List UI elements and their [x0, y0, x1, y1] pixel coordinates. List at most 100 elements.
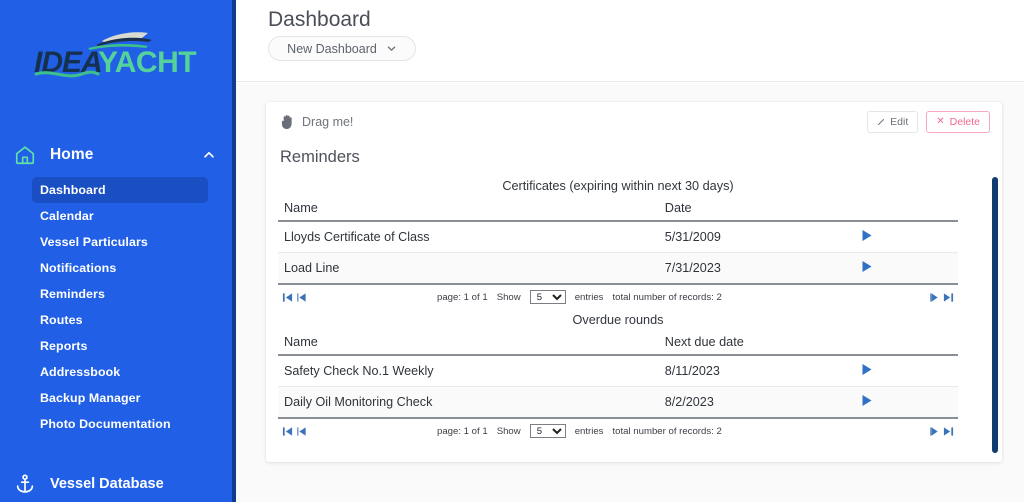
cell-name: Daily Oil Monitoring Check	[278, 386, 659, 419]
widget-drag-label: Drag me!	[302, 115, 354, 129]
chevron-up-icon[interactable]	[202, 148, 216, 162]
table-row[interactable]: Lloyds Certificate of Class 5/31/2009	[278, 221, 958, 253]
sidebar-item-home-label: Home	[50, 146, 94, 163]
page-size-select[interactable]: 510 2550	[529, 290, 566, 304]
last-page-icon[interactable]	[943, 292, 954, 303]
cell-name: Load Line	[278, 252, 659, 285]
page-header: Dashboard New Dashboard	[236, 0, 1024, 82]
widget-actions: Edit ✕ Delete	[867, 111, 990, 133]
sidebar-item-backup-manager[interactable]: Backup Manager	[32, 385, 208, 411]
app-root: IDEA YACHT Home Dashboard Calendar Vesse…	[0, 0, 1024, 502]
sidebar-item-vessel-database-label: Vessel Database	[50, 476, 164, 492]
play-icon[interactable]	[861, 260, 873, 273]
last-page-icon[interactable]	[943, 426, 954, 437]
overdue-rounds-table: Name Next due date Safety Check No.1 Wee…	[278, 333, 958, 419]
sidebar-item-reminders[interactable]: Reminders	[32, 281, 208, 307]
play-icon[interactable]	[861, 363, 873, 376]
widget-title: Reminders	[280, 148, 360, 166]
cell-name: Safety Check No.1 Weekly	[278, 355, 659, 387]
widget-scrollbar-thumb[interactable]	[992, 177, 998, 453]
main-content: Dashboard New Dashboard Drag me! Edit ✕ …	[236, 0, 1024, 502]
column-header-next-due-date[interactable]: Next due date	[658, 333, 850, 356]
sidebar-item-routes[interactable]: Routes	[32, 307, 208, 333]
pager-records-text: total number of records: 2	[612, 425, 722, 437]
sidebar-item-reports[interactable]: Reports	[32, 333, 208, 359]
page-title: Dashboard	[268, 8, 371, 31]
pager-page-text: page: 1 of 1	[437, 425, 488, 437]
next-page-icon[interactable]	[929, 292, 940, 303]
edit-button[interactable]: Edit	[867, 111, 919, 133]
delete-button-label: Delete	[949, 116, 980, 128]
sidebar-item-notifications[interactable]: Notifications	[32, 255, 208, 281]
table-row[interactable]: Safety Check No.1 Weekly 8/11/2023	[278, 355, 958, 387]
pager-entries-label: entries	[574, 425, 604, 437]
dashboard-selector[interactable]: New Dashboard	[268, 36, 416, 61]
table-row[interactable]: Load Line 7/31/2023	[278, 252, 958, 285]
pager-show-label: Show	[496, 291, 521, 303]
sidebar-submenu: Dashboard Calendar Vessel Particulars No…	[0, 177, 232, 437]
pager-show-label: Show	[496, 425, 521, 437]
pager-left-nav	[282, 426, 307, 437]
column-header-actions	[849, 199, 958, 222]
cell-name: Lloyds Certificate of Class	[278, 221, 659, 253]
delete-button[interactable]: ✕ Delete	[926, 111, 990, 133]
cell-action	[849, 355, 958, 387]
reminders-widget: Drag me! Edit ✕ Delete Reminders Certifi…	[266, 102, 1002, 462]
first-page-icon[interactable]	[282, 426, 293, 437]
chevron-down-icon	[387, 46, 396, 51]
pager-entries-label: entries	[574, 291, 604, 303]
pager-left-nav	[282, 292, 307, 303]
sidebar: IDEA YACHT Home Dashboard Calendar Vesse…	[0, 0, 236, 502]
cell-date: 7/31/2023	[658, 252, 850, 285]
pager-page-text: page: 1 of 1	[437, 291, 488, 303]
page-size-select[interactable]: 510 2550	[529, 424, 566, 438]
certificates-section-title: Certificates (expiring within next 30 da…	[502, 179, 734, 193]
pencil-icon	[878, 119, 885, 125]
column-header-name[interactable]: Name	[278, 333, 659, 356]
cell-date: 5/31/2009	[658, 221, 850, 253]
widget-drag-handle[interactable]: Drag me!	[280, 114, 353, 130]
column-header-date[interactable]: Date	[658, 199, 850, 222]
play-icon[interactable]	[861, 394, 873, 407]
overdue-rounds-pager: page: 1 of 1 Show 510 2550 entries total…	[278, 419, 958, 443]
prev-page-icon[interactable]	[296, 426, 307, 437]
yacht-logo-icon: IDEA YACHT	[34, 32, 197, 79]
sidebar-item-addressbook[interactable]: Addressbook	[32, 359, 208, 385]
dashboard-content: Drag me! Edit ✕ Delete Reminders Certifi…	[236, 83, 1024, 502]
table-header-row: Name Next due date	[278, 333, 958, 356]
certificates-table: Name Date Lloyds Certificate of Class 5/…	[278, 199, 958, 285]
table-row[interactable]: Daily Oil Monitoring Check 8/2/2023	[278, 386, 958, 419]
column-header-name[interactable]: Name	[278, 199, 659, 222]
widget-scroll-region: Certificates (expiring within next 30 da…	[266, 175, 1002, 462]
certificates-pager: page: 1 of 1 Show 510 2550 entries total…	[278, 285, 958, 309]
hand-grab-icon	[281, 115, 292, 129]
sidebar-item-vessel-database[interactable]: Vessel Database	[0, 468, 232, 500]
cell-action	[849, 252, 958, 285]
brand-logo[interactable]: IDEA YACHT	[0, 24, 232, 80]
widget-toolbar: Drag me! Edit ✕ Delete	[266, 102, 1002, 142]
sidebar-item-calendar[interactable]: Calendar	[32, 203, 208, 229]
sidebar-item-dashboard[interactable]: Dashboard	[32, 177, 208, 203]
prev-page-icon[interactable]	[296, 292, 307, 303]
table-header-row: Name Date	[278, 199, 958, 222]
play-icon[interactable]	[861, 229, 873, 242]
cell-date: 8/2/2023	[658, 386, 850, 419]
home-icon	[15, 146, 35, 165]
anchor-icon	[16, 474, 34, 493]
pager-right-nav	[929, 292, 954, 303]
column-header-actions	[849, 333, 958, 356]
svg-text:YACHT: YACHT	[98, 46, 196, 79]
cell-date: 8/11/2023	[658, 355, 850, 387]
next-page-icon[interactable]	[929, 426, 940, 437]
cell-action	[849, 386, 958, 419]
pager-right-nav	[929, 426, 954, 437]
sidebar-item-home[interactable]: Home	[0, 139, 232, 171]
cell-action	[849, 221, 958, 253]
pager-records-text: total number of records: 2	[612, 291, 722, 303]
sidebar-item-photo-documentation[interactable]: Photo Documentation	[32, 411, 208, 437]
pager-info: page: 1 of 1 Show 510 2550 entries total…	[437, 424, 722, 438]
first-page-icon[interactable]	[282, 292, 293, 303]
sidebar-item-vessel-particulars[interactable]: Vessel Particulars	[32, 229, 208, 255]
pager-info: page: 1 of 1 Show 510 2550 entries total…	[437, 290, 722, 304]
edit-button-label: Edit	[890, 116, 909, 128]
